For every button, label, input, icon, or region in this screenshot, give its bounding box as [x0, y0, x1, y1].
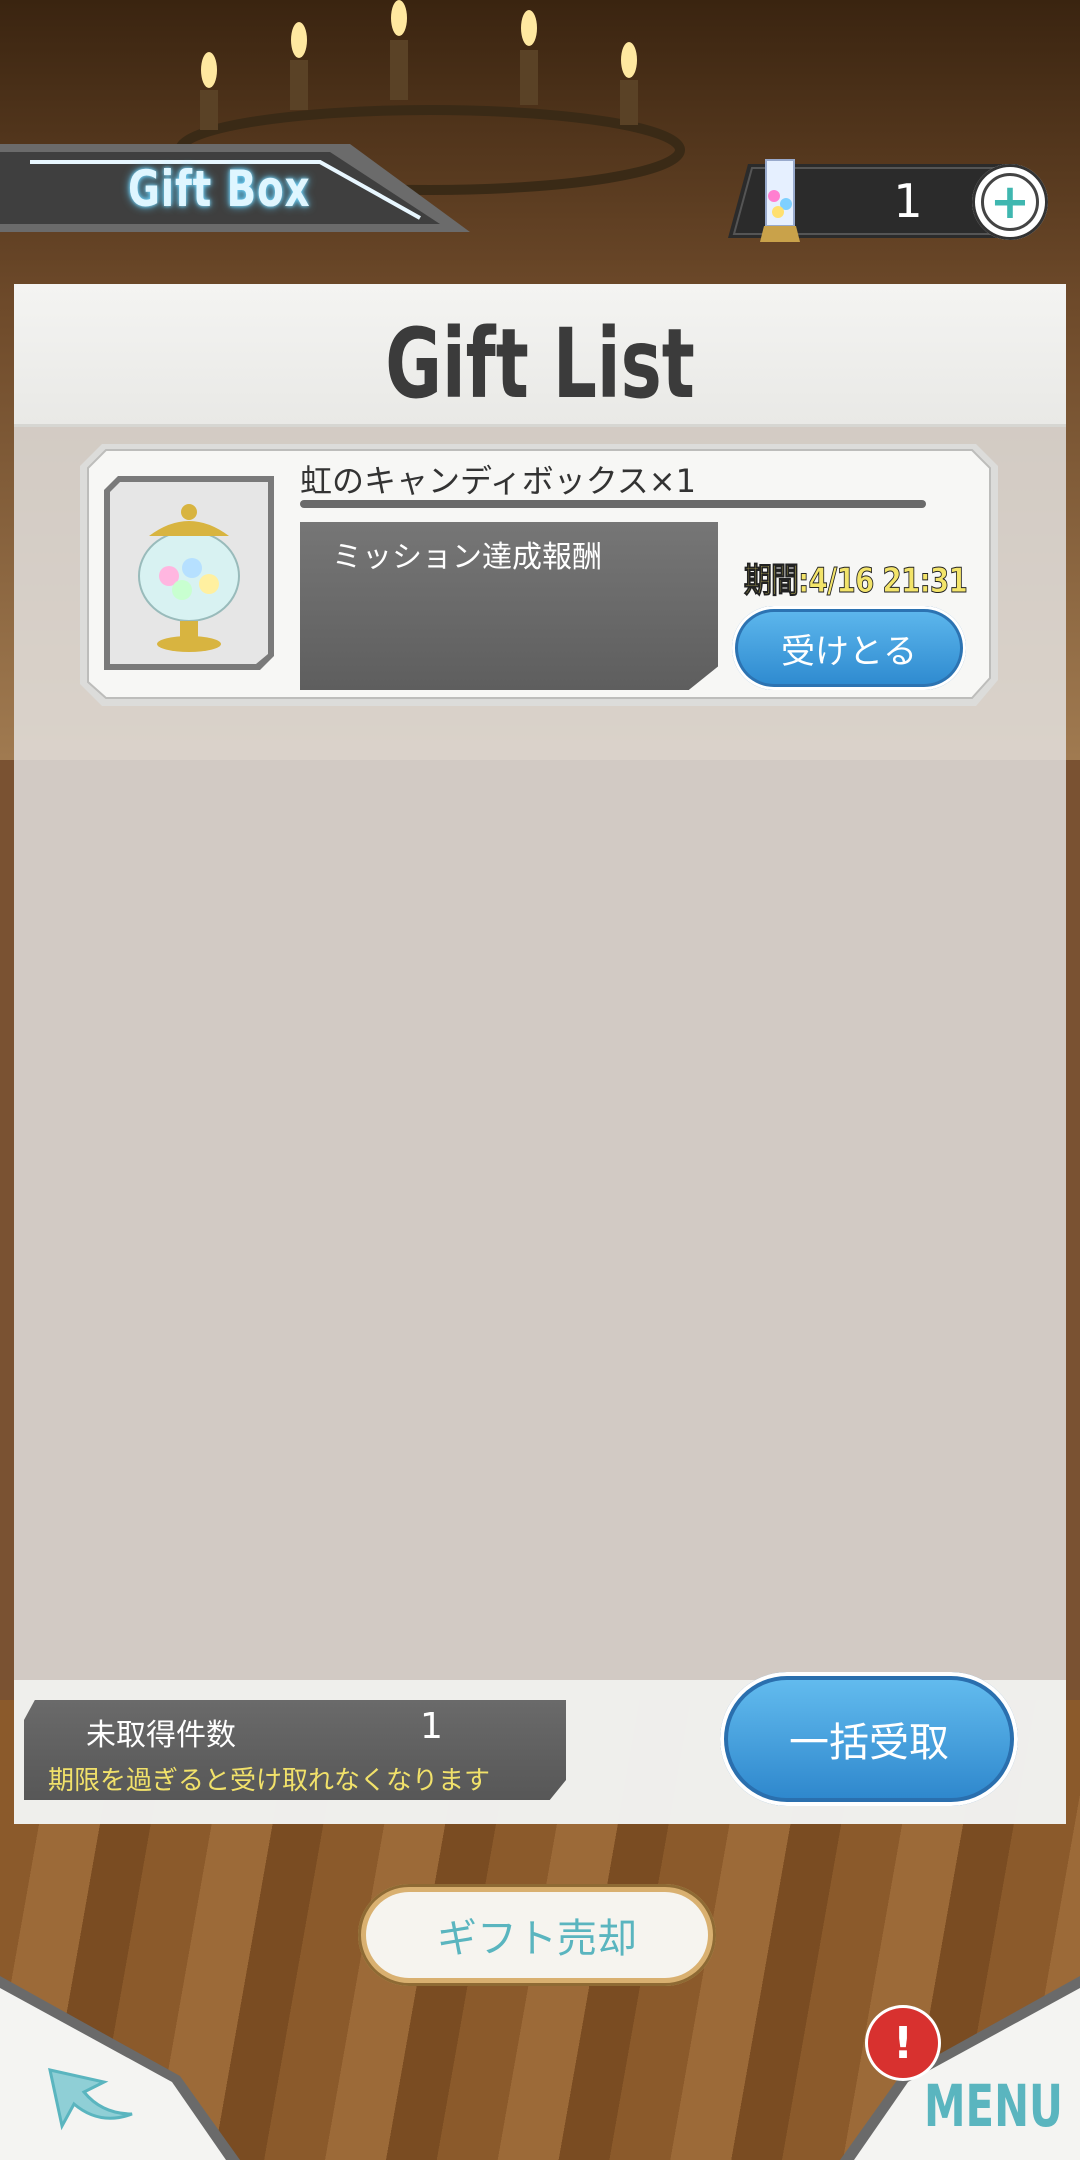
unclaimed-count: 1	[420, 1706, 443, 1747]
add-currency-button[interactable]: +	[972, 164, 1048, 240]
page-title: Gift Box	[128, 160, 311, 218]
receive-button-label: 受けとる	[738, 612, 960, 684]
receive-button[interactable]: 受けとる	[732, 606, 966, 690]
candy-jar-icon	[104, 476, 274, 670]
gift-description-box: ミッション達成報酬	[300, 522, 718, 690]
unclaimed-label: 未取得件数	[86, 1718, 236, 1753]
gift-item-name: 虹のキャンディボックス×1	[300, 462, 696, 500]
sell-gifts-label: ギフト売却	[366, 1892, 708, 1978]
bulk-receive-label: 一括受取	[728, 1680, 1010, 1798]
gift-item-description: ミッション達成報酬	[332, 540, 602, 575]
title-banner: Gift Box	[0, 140, 500, 236]
bulk-receive-button[interactable]: 一括受取	[720, 1672, 1018, 1806]
crystal-icon	[760, 159, 800, 242]
panel-header: Gift List	[14, 284, 1066, 427]
expiry-warning: 期限を過ぎると受け取れなくなります	[48, 1766, 491, 1796]
panel-title: Gift List	[385, 308, 695, 420]
plus-icon: +	[981, 173, 1039, 231]
gift-name-divider	[300, 500, 926, 508]
gift-expiry: 期間:4/16 21:31	[744, 561, 969, 602]
currency-count: 1	[893, 174, 923, 228]
alert-badge: !	[868, 2008, 938, 2078]
back-button[interactable]	[0, 1976, 240, 2160]
gift-item-thumbnail	[104, 476, 274, 670]
menu-label: MENU	[924, 2072, 1063, 2140]
sell-gifts-button[interactable]: ギフト売却	[358, 1884, 716, 1986]
